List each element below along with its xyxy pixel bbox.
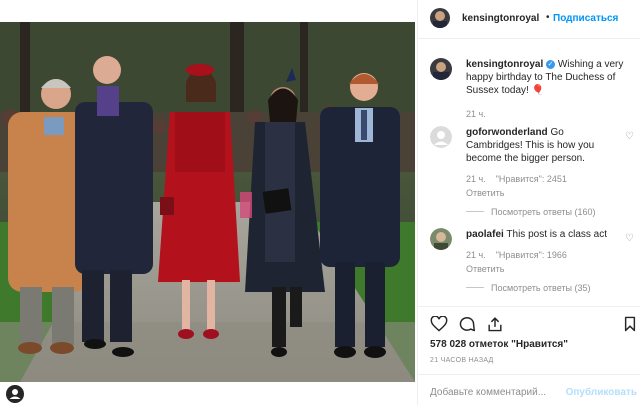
post-sidebar: kensingtonroyal • Подписаться kensington… — [417, 0, 640, 405]
heart-icon[interactable] — [430, 315, 448, 337]
bookmark-icon[interactable] — [623, 316, 637, 337]
share-icon[interactable] — [486, 316, 504, 337]
comment-text: This post is a class act — [506, 229, 607, 240]
verified-icon: ✓ — [546, 60, 556, 69]
reply-button[interactable]: Ответить — [466, 187, 616, 200]
action-bar — [418, 306, 640, 337]
commenter-avatar[interactable] — [430, 228, 452, 250]
comment-username[interactable]: goforwonderland — [466, 127, 548, 138]
comment-likes[interactable]: "Нравится": 1966 — [496, 250, 567, 260]
author-avatar[interactable] — [430, 8, 450, 28]
commenter-avatar[interactable] — [430, 126, 452, 148]
author-username[interactable]: kensingtonroyal — [462, 13, 539, 24]
comment-icon[interactable] — [458, 316, 476, 337]
comment-heart-icon[interactable]: ♡ — [625, 130, 634, 143]
post-photo[interactable] — [0, 22, 415, 382]
comment-username[interactable]: paolafei — [466, 229, 504, 240]
separator-dot: • — [546, 12, 550, 23]
like-count[interactable]: 578 028 отметок "Нравится" — [430, 339, 568, 350]
post-header: kensingtonroyal • Подписаться — [418, 0, 640, 39]
publish-button[interactable]: Опубликовать — [566, 387, 637, 398]
reply-button[interactable]: Ответить — [466, 263, 616, 276]
caption-time: 21 ч. — [466, 109, 486, 119]
caption-username[interactable]: kensingtonroyal — [466, 59, 543, 70]
comment-input[interactable]: Добавьте комментарий... — [430, 387, 546, 398]
view-replies-button[interactable]: Посмотреть ответы (35) — [466, 282, 616, 295]
balloon-emoji: 🎈 — [531, 85, 545, 96]
add-comment-bar: Добавьте комментарий... Опубликовать — [418, 374, 640, 406]
view-replies-button[interactable]: Посмотреть ответы (160) — [466, 206, 616, 219]
follow-button[interactable]: Подписаться — [553, 13, 618, 24]
comment-heart-icon[interactable]: ♡ — [625, 232, 634, 245]
comment-time: 21 ч. — [466, 250, 486, 260]
comment-likes[interactable]: "Нравится": 2451 — [496, 174, 567, 184]
user-icon[interactable] — [6, 385, 24, 403]
comment-time: 21 ч. — [466, 174, 486, 184]
caption-avatar[interactable] — [430, 58, 452, 80]
post-timestamp: 21 ЧАСОВ НАЗАД — [430, 357, 494, 364]
